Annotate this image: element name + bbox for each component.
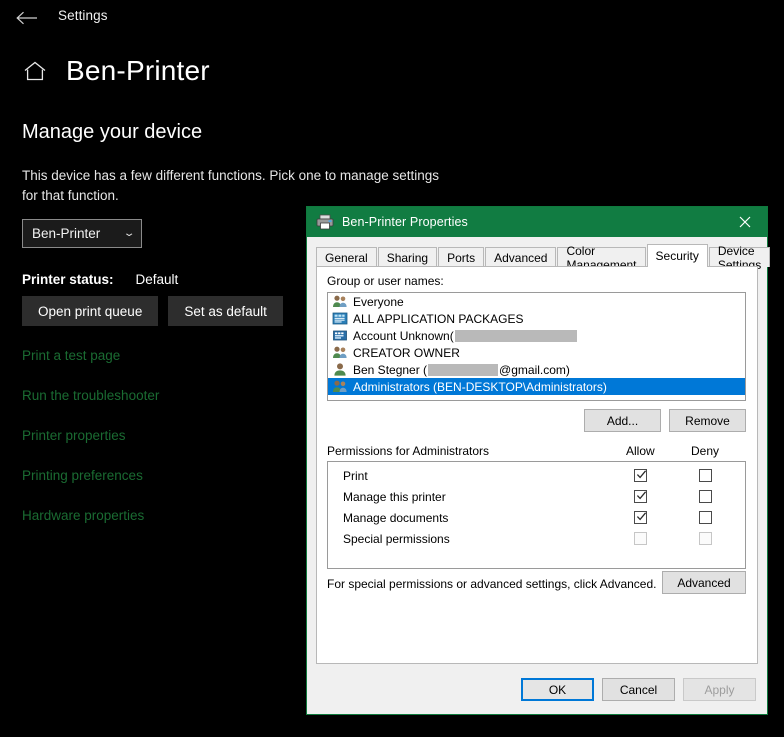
printer-status-row: Printer status: Default xyxy=(22,272,178,287)
dialog-tabstrip: General Sharing Ports Advanced Color Man… xyxy=(316,244,767,267)
link-print-a-test-page[interactable]: Print a test page xyxy=(22,347,159,387)
home-icon[interactable] xyxy=(22,58,48,84)
settings-titlebar: Settings xyxy=(0,0,784,34)
printer-action-buttons: Open print queue Set as default xyxy=(22,296,283,326)
users-group-icon xyxy=(332,345,348,360)
permission-label: Print xyxy=(343,469,368,483)
chevron-down-icon: ⌄ xyxy=(123,228,136,239)
add-button[interactable]: Add... xyxy=(584,409,661,432)
permissions-header-row: Permissions for Administrators Allow Den… xyxy=(327,444,746,459)
list-item[interactable]: Ben Stegner ( @gmail.com) xyxy=(328,361,745,378)
remove-button[interactable]: Remove xyxy=(669,409,746,432)
permission-row: Manage this printer xyxy=(328,488,745,509)
deny-checkbox-manage-this-printer[interactable] xyxy=(699,490,712,503)
device-select[interactable]: Ben-Printer ⌄ xyxy=(22,219,142,248)
user-icon xyxy=(332,362,348,377)
permission-label: Manage documents xyxy=(343,511,448,525)
group-or-user-names-label: Group or user names: xyxy=(327,274,444,288)
link-printing-preferences[interactable]: Printing preferences xyxy=(22,467,159,507)
link-hardware-properties[interactable]: Hardware properties xyxy=(22,507,159,547)
section-heading: Manage your device xyxy=(22,121,202,144)
dialog-titlebar[interactable]: Ben-Printer Properties xyxy=(307,207,767,237)
list-item-label: Account Unknown( xyxy=(353,329,454,343)
list-item-label: ALL APPLICATION PACKAGES xyxy=(353,312,524,326)
list-item-label: Ben Stegner ( xyxy=(353,363,427,377)
section-description: This device has a few different function… xyxy=(22,166,442,206)
tab-ports[interactable]: Ports xyxy=(438,247,484,267)
tab-general[interactable]: General xyxy=(316,247,377,267)
printer-icon xyxy=(316,214,334,230)
printer-status-label: Printer status: xyxy=(22,272,114,287)
group-or-user-names-listbox[interactable]: Everyone ALL APPLI xyxy=(327,292,746,401)
list-item[interactable]: CREATOR OWNER xyxy=(328,344,745,361)
users-group-icon xyxy=(332,294,348,309)
deny-checkbox-manage-documents[interactable] xyxy=(699,511,712,524)
apply-button: Apply xyxy=(683,678,756,701)
list-item[interactable]: Account Unknown( xyxy=(328,327,745,344)
link-printer-properties[interactable]: Printer properties xyxy=(22,427,159,467)
security-tab-panel: Group or user names: Everyone xyxy=(316,266,758,664)
list-item-selected[interactable]: Administrators (BEN-DESKTOP\Administrato… xyxy=(328,378,745,395)
allow-checkbox-manage-this-printer[interactable] xyxy=(634,490,647,503)
app-packages-icon xyxy=(332,311,348,326)
allow-checkbox-manage-documents[interactable] xyxy=(634,511,647,524)
dialog-title: Ben-Printer Properties xyxy=(342,215,468,229)
redacted-text xyxy=(455,330,577,342)
permissions-for-label: Permissions for Administrators xyxy=(327,444,489,458)
allow-checkbox-special-permissions xyxy=(634,532,647,545)
redacted-text xyxy=(428,364,498,376)
tab-sharing[interactable]: Sharing xyxy=(378,247,437,267)
tab-advanced[interactable]: Advanced xyxy=(485,247,556,267)
tab-color-management[interactable]: Color Management xyxy=(557,247,645,267)
deny-checkbox-special-permissions xyxy=(699,532,712,545)
printer-properties-dialog: Ben-Printer Properties General Sharing P… xyxy=(306,206,768,715)
advanced-button[interactable]: Advanced xyxy=(662,571,746,594)
allow-checkbox-print[interactable] xyxy=(634,469,647,482)
printer-links-list: Print a test page Run the troubleshooter… xyxy=(22,347,159,547)
deny-checkbox-print[interactable] xyxy=(699,469,712,482)
tab-device-settings[interactable]: Device Settings xyxy=(709,247,770,267)
page-title: Ben-Printer xyxy=(66,55,210,87)
list-item[interactable]: ALL APPLICATION PACKAGES xyxy=(328,310,745,327)
deny-column-header: Deny xyxy=(691,444,719,458)
list-item[interactable]: Everyone xyxy=(328,293,745,310)
back-arrow-icon[interactable] xyxy=(12,6,42,30)
advanced-note: For special permissions or advanced sett… xyxy=(327,577,657,591)
list-item-label: Everyone xyxy=(353,295,404,309)
list-item-label: Administrators (BEN-DESKTOP\Administrato… xyxy=(353,380,607,394)
device-header: Ben-Printer xyxy=(22,55,210,87)
settings-app-title: Settings xyxy=(58,8,108,23)
list-action-buttons: Add... Remove xyxy=(584,409,746,432)
dialog-footer: OK Cancel Apply xyxy=(307,665,767,714)
permission-label: Manage this printer xyxy=(343,490,446,504)
permission-row: Manage documents xyxy=(328,509,745,530)
permissions-listbox[interactable]: Print Manage this printer Manage documen… xyxy=(327,461,746,569)
unknown-account-icon xyxy=(332,328,348,343)
screen: Settings Ben-Printer Manage your device … xyxy=(0,0,784,737)
set-as-default-button[interactable]: Set as default xyxy=(168,296,283,326)
close-icon[interactable] xyxy=(722,207,767,237)
users-group-icon xyxy=(332,379,348,394)
list-item-label: CREATOR OWNER xyxy=(353,346,460,360)
ok-button[interactable]: OK xyxy=(521,678,594,701)
cancel-button[interactable]: Cancel xyxy=(602,678,675,701)
list-item-label-suffix: @gmail.com) xyxy=(499,363,570,377)
permission-row: Print xyxy=(328,467,745,488)
printer-status-value: Default xyxy=(136,272,179,287)
open-print-queue-button[interactable]: Open print queue xyxy=(22,296,158,326)
allow-column-header: Allow xyxy=(626,444,655,458)
permission-row: Special permissions xyxy=(328,530,745,551)
tab-security[interactable]: Security xyxy=(647,244,708,267)
device-select-value: Ben-Printer xyxy=(32,226,100,241)
link-run-the-troubleshooter[interactable]: Run the troubleshooter xyxy=(22,387,159,427)
permission-label: Special permissions xyxy=(343,532,450,546)
